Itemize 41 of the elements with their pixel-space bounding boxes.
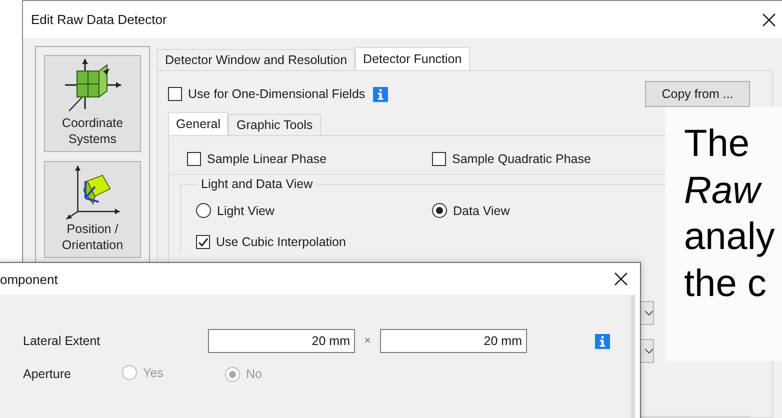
slide-text-line: The	[684, 122, 750, 167]
tab[interactable]: Graphic Tools	[228, 114, 321, 135]
slide-text-line: Raw	[684, 168, 763, 214]
checkbox-label: Sample Linear Phase	[207, 152, 327, 166]
radio-label: Light View	[217, 204, 274, 218]
tab[interactable]: General	[168, 112, 228, 135]
close-icon[interactable]	[614, 272, 628, 286]
dropdown-button[interactable]	[640, 301, 654, 325]
info-icon[interactable]	[373, 86, 388, 102]
info-icon[interactable]	[595, 334, 610, 348]
checkbox[interactable]	[196, 235, 210, 249]
slide-text-line: analy	[684, 215, 776, 260]
field-label: Aperture	[23, 367, 72, 381]
radio-label: Data View	[453, 204, 510, 218]
checkbox-label: Use Cubic Interpolation	[216, 235, 346, 249]
close-icon[interactable]	[762, 12, 776, 26]
slide-text-line: the c	[684, 262, 768, 306]
dialog-title: omponent	[0, 272, 58, 286]
radio-label: Yes	[143, 366, 164, 380]
chevron-icon	[645, 348, 653, 354]
radio-label: No	[246, 367, 262, 381]
input-field[interactable]: 20 mm	[208, 329, 355, 353]
chevron-icon	[645, 310, 653, 316]
copy-from-button[interactable]: Copy from ...	[645, 81, 750, 107]
window-title: Edit Raw Data Detector	[31, 12, 167, 27]
sidebar-button[interactable]: Position / Orientation	[44, 161, 141, 258]
tab[interactable]: Detector Function	[355, 47, 470, 70]
checkbox[interactable]	[168, 87, 182, 101]
times-sign: ×	[363, 335, 372, 347]
field-label: Lateral Extent	[23, 334, 102, 348]
checkbox-label: Sample Quadratic Phase	[452, 152, 591, 166]
sidebar-button[interactable]: Coordinate Systems	[44, 55, 141, 152]
checkbox-label: Use for One-Dimensional Fields	[188, 87, 366, 101]
checkbox[interactable]	[187, 152, 201, 166]
dropdown-button[interactable]	[640, 339, 654, 363]
radio-button[interactable]	[196, 203, 211, 218]
input-field[interactable]: 20 mm	[380, 329, 527, 353]
tab[interactable]: Detector Window and Resolution	[157, 49, 356, 70]
group-title: Light and Data View	[200, 177, 314, 191]
radio-button[interactable]	[432, 203, 447, 218]
checkbox[interactable]	[432, 152, 446, 166]
